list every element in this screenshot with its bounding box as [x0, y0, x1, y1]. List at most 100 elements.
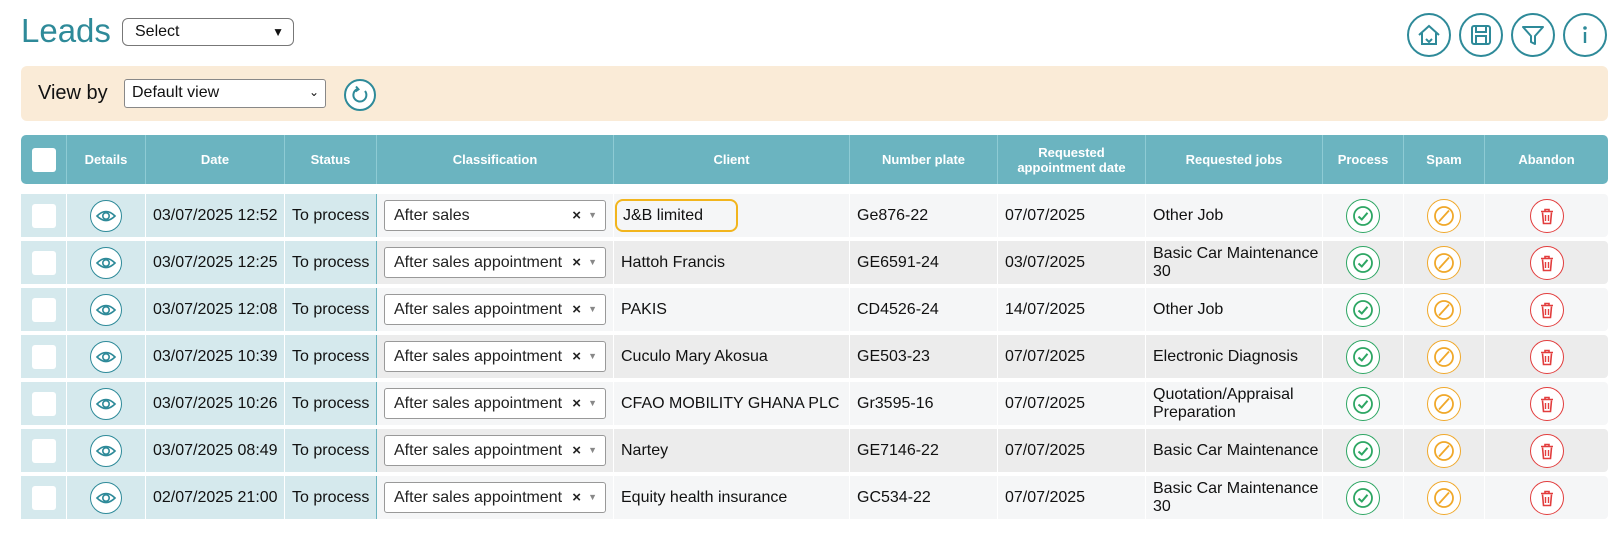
home-icon[interactable]: [1407, 13, 1451, 57]
client-name: Hattoh Francis: [621, 253, 726, 271]
refresh-icon[interactable]: [344, 79, 376, 111]
ban-icon[interactable]: [1427, 480, 1461, 515]
date-cell: 03/07/2025 08:49: [146, 429, 285, 472]
leads-select[interactable]: Select ▼: [122, 18, 294, 46]
appointment-cell: 03/07/2025: [998, 241, 1146, 284]
col-abandon: Abandon: [1518, 152, 1575, 167]
row-checkbox[interactable]: [31, 391, 56, 416]
caret-down-icon: ▼: [272, 25, 284, 39]
check-circle-icon[interactable]: [1346, 339, 1380, 374]
clear-icon[interactable]: ×: [572, 301, 581, 318]
classification-select[interactable]: After sales appointment × ▼: [384, 482, 606, 513]
appointment-cell: 07/07/2025: [998, 476, 1146, 519]
row-select-cell: [21, 288, 67, 331]
trash-icon[interactable]: [1529, 480, 1564, 515]
date-cell: 03/07/2025 10:39: [146, 335, 285, 378]
row-checkbox[interactable]: [31, 485, 56, 510]
row-checkbox[interactable]: [31, 438, 56, 463]
spam-cell: [1404, 382, 1485, 425]
col-date: Date: [146, 135, 285, 184]
eye-icon[interactable]: [90, 340, 122, 373]
classification-value: After sales: [394, 207, 470, 224]
eye-icon[interactable]: [90, 481, 122, 514]
spam-cell: [1404, 194, 1485, 237]
check-circle-icon[interactable]: [1346, 386, 1380, 421]
appointment-cell: 07/07/2025: [998, 382, 1146, 425]
classification-cell: After sales appointment × ▼: [377, 288, 614, 331]
row-checkbox[interactable]: [31, 344, 56, 369]
ban-icon[interactable]: [1427, 245, 1461, 280]
abandon-cell: [1485, 288, 1608, 331]
trash-icon[interactable]: [1529, 433, 1564, 468]
row-checkbox[interactable]: [31, 250, 56, 275]
row-checkbox[interactable]: [31, 203, 56, 228]
row-select-cell: [21, 429, 67, 472]
ban-icon[interactable]: [1427, 386, 1461, 421]
view-select[interactable]: Default view ⌄: [124, 79, 326, 108]
details-cell: [67, 476, 146, 519]
process-cell: [1323, 476, 1404, 519]
caret-down-icon: ▼: [588, 257, 597, 267]
classification-select[interactable]: After sales appointment × ▼: [384, 247, 606, 278]
trash-icon[interactable]: [1529, 386, 1564, 421]
eye-icon[interactable]: [90, 199, 122, 232]
col-requested-jobs: Requested jobs: [1146, 135, 1323, 184]
check-circle-icon[interactable]: [1346, 292, 1380, 327]
row-select-cell: [21, 194, 67, 237]
abandon-cell: [1485, 241, 1608, 284]
check-circle-icon[interactable]: [1346, 433, 1380, 468]
abandon-cell: [1485, 429, 1608, 472]
info-icon[interactable]: [1563, 13, 1607, 57]
client-cell: Cuculo Mary Akosua: [614, 335, 850, 378]
eye-icon[interactable]: [90, 246, 122, 279]
select-all-checkbox[interactable]: [31, 147, 56, 172]
client-cell: Equity health insurance: [614, 476, 850, 519]
trash-icon[interactable]: [1529, 292, 1564, 327]
appointment-cell: 14/07/2025: [998, 288, 1146, 331]
page-title: Leads: [21, 12, 111, 49]
ban-icon[interactable]: [1427, 433, 1461, 468]
table-row: 03/07/2025 08:49 To process After sales ap…: [21, 429, 1608, 472]
table-row: 03/07/2025 10:39 To process After sales ap…: [21, 335, 1608, 378]
date-cell: 02/07/2025 21:00: [146, 476, 285, 519]
date-cell: 03/07/2025 12:25: [146, 241, 285, 284]
ban-icon[interactable]: [1427, 292, 1461, 327]
abandon-cell: [1485, 335, 1608, 378]
clear-icon[interactable]: ×: [572, 442, 581, 459]
check-circle-icon[interactable]: [1346, 480, 1380, 515]
appointment-cell: 07/07/2025: [998, 429, 1146, 472]
ban-icon[interactable]: [1427, 198, 1461, 233]
classification-select[interactable]: After sales × ▼: [384, 200, 606, 231]
view-bar: View by Default view ⌄: [21, 66, 1608, 121]
jobs-cell: Other Job: [1146, 288, 1323, 331]
col-spam: Spam: [1404, 135, 1485, 184]
trash-icon[interactable]: [1529, 198, 1564, 233]
clear-icon[interactable]: ×: [572, 254, 581, 271]
clear-icon[interactable]: ×: [572, 395, 581, 412]
check-circle-icon[interactable]: [1346, 198, 1380, 233]
plate-cell: GC534-22: [850, 476, 998, 519]
trash-icon[interactable]: [1529, 245, 1564, 280]
classification-select[interactable]: After sales appointment × ▼: [384, 341, 606, 372]
select-all-cell: [21, 135, 67, 184]
classification-select[interactable]: After sales appointment × ▼: [384, 294, 606, 325]
trash-icon[interactable]: [1529, 339, 1564, 374]
col-appointment-date: Requested appointment date: [998, 135, 1146, 184]
filter-icon[interactable]: [1511, 13, 1555, 57]
clear-icon[interactable]: ×: [572, 207, 581, 224]
eye-icon[interactable]: [90, 387, 122, 420]
status-cell: To process: [285, 335, 377, 378]
eye-icon[interactable]: [90, 293, 122, 326]
classification-select[interactable]: After sales appointment × ▼: [384, 435, 606, 466]
check-circle-icon[interactable]: [1346, 245, 1380, 280]
client-cell: PAKIS: [614, 288, 850, 331]
row-checkbox[interactable]: [31, 297, 56, 322]
save-icon[interactable]: [1459, 13, 1503, 57]
table-header: Details Date Status Classification Clien…: [21, 135, 1608, 184]
classification-select[interactable]: After sales appointment × ▼: [384, 388, 606, 419]
details-cell: [67, 429, 146, 472]
eye-icon[interactable]: [90, 434, 122, 467]
clear-icon[interactable]: ×: [572, 489, 581, 506]
clear-icon[interactable]: ×: [572, 348, 581, 365]
ban-icon[interactable]: [1427, 339, 1461, 374]
